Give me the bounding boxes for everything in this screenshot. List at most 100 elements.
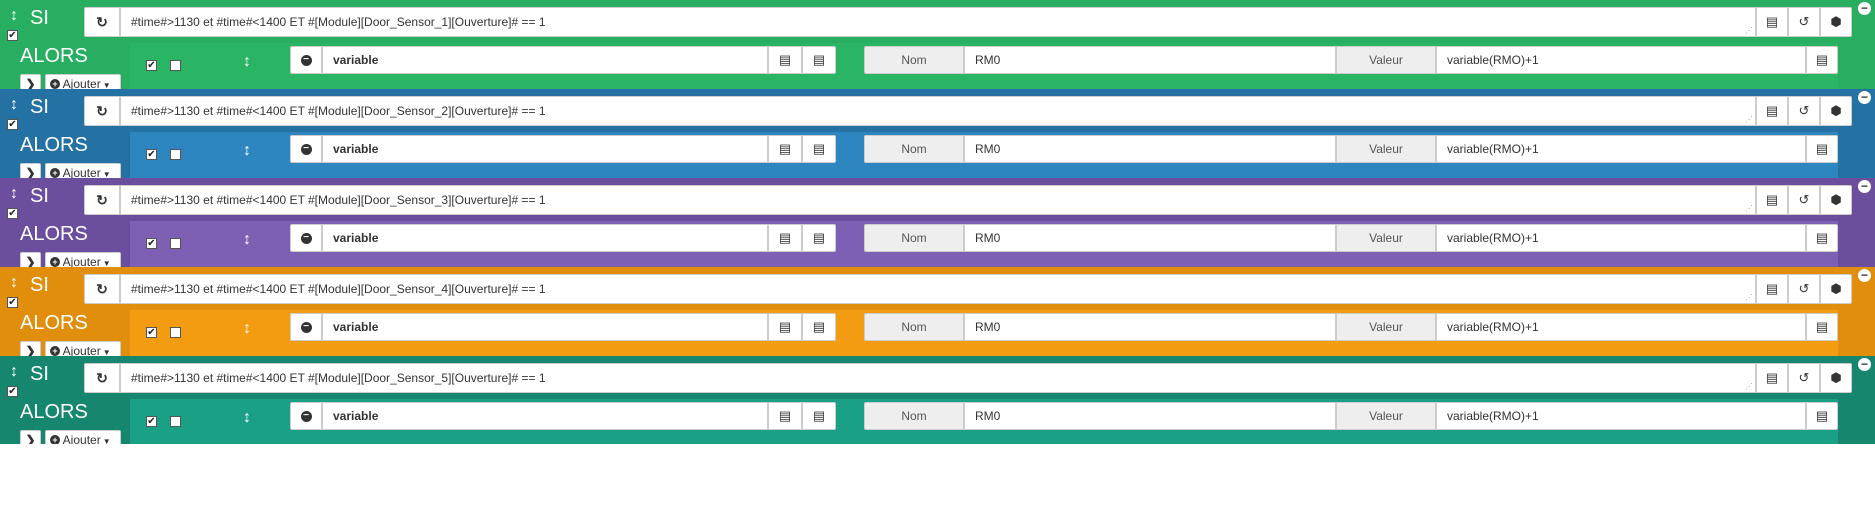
- drag-handle-icon[interactable]: ↕: [241, 52, 253, 72]
- remove-action-button[interactable]: −: [290, 135, 322, 163]
- add-button[interactable]: + Ajouter ▼: [45, 163, 121, 178]
- action-enable-checkbox[interactable]: ✔: [146, 416, 157, 427]
- drag-handle-icon[interactable]: ↕: [8, 6, 20, 26]
- condition-cube-button[interactable]: ⬢: [1820, 185, 1852, 215]
- if-enable-checkbox[interactable]: ✔: [7, 297, 18, 308]
- name-input[interactable]: RM0: [964, 313, 1336, 341]
- refresh-button[interactable]: ↻: [84, 96, 120, 126]
- action-list-button[interactable]: ▤: [802, 224, 836, 252]
- action-list-button[interactable]: ▤: [802, 402, 836, 430]
- condition-input[interactable]: #time#>1130 et #time#<1400 ET #[Module][…: [120, 7, 1756, 37]
- remove-block-button[interactable]: −: [1858, 91, 1871, 104]
- resize-grip-icon[interactable]: ⋰: [1745, 116, 1753, 124]
- resize-grip-icon[interactable]: ⋰: [1745, 383, 1753, 391]
- name-input[interactable]: RM0: [964, 46, 1336, 74]
- drag-handle-icon[interactable]: ↕: [8, 362, 20, 382]
- remove-action-button[interactable]: −: [290, 313, 322, 341]
- add-button[interactable]: + Ajouter ▼: [45, 341, 121, 356]
- drag-handle-icon[interactable]: ↕: [241, 319, 253, 339]
- action-expression-input[interactable]: variable: [322, 135, 768, 163]
- value-input[interactable]: variable(RMO)+1: [1436, 313, 1806, 341]
- action-enable-checkbox[interactable]: ✔: [146, 60, 157, 71]
- resize-grip-icon[interactable]: ⋰: [1745, 27, 1753, 35]
- action-enable-checkbox[interactable]: ✔: [146, 327, 157, 338]
- value-list-button[interactable]: ▤: [1806, 313, 1838, 341]
- remove-block-button[interactable]: −: [1858, 180, 1871, 193]
- if-enable-checkbox[interactable]: ✔: [7, 30, 18, 41]
- value-list-button[interactable]: ▤: [1806, 135, 1838, 163]
- condition-cube-button[interactable]: ⬢: [1820, 7, 1852, 37]
- drag-handle-icon[interactable]: ↕: [241, 141, 253, 161]
- action-parallel-checkbox[interactable]: [170, 60, 181, 71]
- condition-history-button[interactable]: ↺: [1788, 274, 1820, 304]
- refresh-button[interactable]: ↻: [84, 274, 120, 304]
- action-expression-input[interactable]: variable: [322, 402, 768, 430]
- condition-cube-button[interactable]: ⬢: [1820, 274, 1852, 304]
- remove-action-button[interactable]: −: [290, 402, 322, 430]
- if-enable-checkbox[interactable]: ✔: [7, 119, 18, 130]
- condition-list-button[interactable]: ▤: [1756, 96, 1788, 126]
- action-options-button[interactable]: ▤: [768, 224, 802, 252]
- drag-handle-icon[interactable]: ↕: [241, 408, 253, 428]
- refresh-button[interactable]: ↻: [84, 363, 120, 393]
- condition-input[interactable]: #time#>1130 et #time#<1400 ET #[Module][…: [120, 274, 1756, 304]
- value-input[interactable]: variable(RMO)+1: [1436, 135, 1806, 163]
- action-parallel-checkbox[interactable]: [170, 416, 181, 427]
- condition-input[interactable]: #time#>1130 et #time#<1400 ET #[Module][…: [120, 363, 1756, 393]
- remove-block-button[interactable]: −: [1858, 358, 1871, 371]
- condition-history-button[interactable]: ↺: [1788, 185, 1820, 215]
- value-list-button[interactable]: ▤: [1806, 46, 1838, 74]
- remove-block-button[interactable]: −: [1858, 2, 1871, 15]
- refresh-button[interactable]: ↻: [84, 7, 120, 37]
- remove-action-button[interactable]: −: [290, 46, 322, 74]
- if-enable-checkbox[interactable]: ✔: [7, 386, 18, 397]
- action-expression-input[interactable]: variable: [322, 313, 768, 341]
- add-button[interactable]: + Ajouter ▼: [45, 430, 121, 444]
- drag-handle-icon[interactable]: ↕: [8, 95, 20, 115]
- action-enable-checkbox[interactable]: ✔: [146, 149, 157, 160]
- expand-button[interactable]: ❯: [20, 341, 41, 356]
- action-list-button[interactable]: ▤: [802, 46, 836, 74]
- action-expression-input[interactable]: variable: [322, 46, 768, 74]
- if-enable-checkbox[interactable]: ✔: [7, 208, 18, 219]
- action-options-button[interactable]: ▤: [768, 46, 802, 74]
- expand-button[interactable]: ❯: [20, 74, 41, 89]
- name-input[interactable]: RM0: [964, 402, 1336, 430]
- name-input[interactable]: RM0: [964, 224, 1336, 252]
- value-input[interactable]: variable(RMO)+1: [1436, 402, 1806, 430]
- condition-cube-button[interactable]: ⬢: [1820, 363, 1852, 393]
- action-enable-checkbox[interactable]: ✔: [146, 238, 157, 249]
- value-list-button[interactable]: ▤: [1806, 402, 1838, 430]
- condition-history-button[interactable]: ↺: [1788, 96, 1820, 126]
- condition-history-button[interactable]: ↺: [1788, 7, 1820, 37]
- condition-list-button[interactable]: ▤: [1756, 363, 1788, 393]
- add-button[interactable]: + Ajouter ▼: [45, 252, 121, 267]
- condition-input[interactable]: #time#>1130 et #time#<1400 ET #[Module][…: [120, 96, 1756, 126]
- action-options-button[interactable]: ▤: [768, 402, 802, 430]
- action-expression-input[interactable]: variable: [322, 224, 768, 252]
- condition-list-button[interactable]: ▤: [1756, 7, 1788, 37]
- action-options-button[interactable]: ▤: [768, 313, 802, 341]
- value-list-button[interactable]: ▤: [1806, 224, 1838, 252]
- condition-list-button[interactable]: ▤: [1756, 274, 1788, 304]
- action-list-button[interactable]: ▤: [802, 313, 836, 341]
- resize-grip-icon[interactable]: ⋰: [1745, 294, 1753, 302]
- drag-handle-icon[interactable]: ↕: [8, 184, 20, 204]
- expand-button[interactable]: ❯: [20, 163, 41, 178]
- condition-list-button[interactable]: ▤: [1756, 185, 1788, 215]
- resize-grip-icon[interactable]: ⋰: [1745, 205, 1753, 213]
- condition-cube-button[interactable]: ⬢: [1820, 96, 1852, 126]
- remove-block-button[interactable]: −: [1858, 269, 1871, 282]
- expand-button[interactable]: ❯: [20, 252, 41, 267]
- action-parallel-checkbox[interactable]: [170, 149, 181, 160]
- drag-handle-icon[interactable]: ↕: [241, 230, 253, 250]
- remove-action-button[interactable]: −: [290, 224, 322, 252]
- add-button[interactable]: + Ajouter ▼: [45, 74, 121, 89]
- refresh-button[interactable]: ↻: [84, 185, 120, 215]
- action-options-button[interactable]: ▤: [768, 135, 802, 163]
- condition-input[interactable]: #time#>1130 et #time#<1400 ET #[Module][…: [120, 185, 1756, 215]
- value-input[interactable]: variable(RMO)+1: [1436, 46, 1806, 74]
- condition-history-button[interactable]: ↺: [1788, 363, 1820, 393]
- action-parallel-checkbox[interactable]: [170, 327, 181, 338]
- value-input[interactable]: variable(RMO)+1: [1436, 224, 1806, 252]
